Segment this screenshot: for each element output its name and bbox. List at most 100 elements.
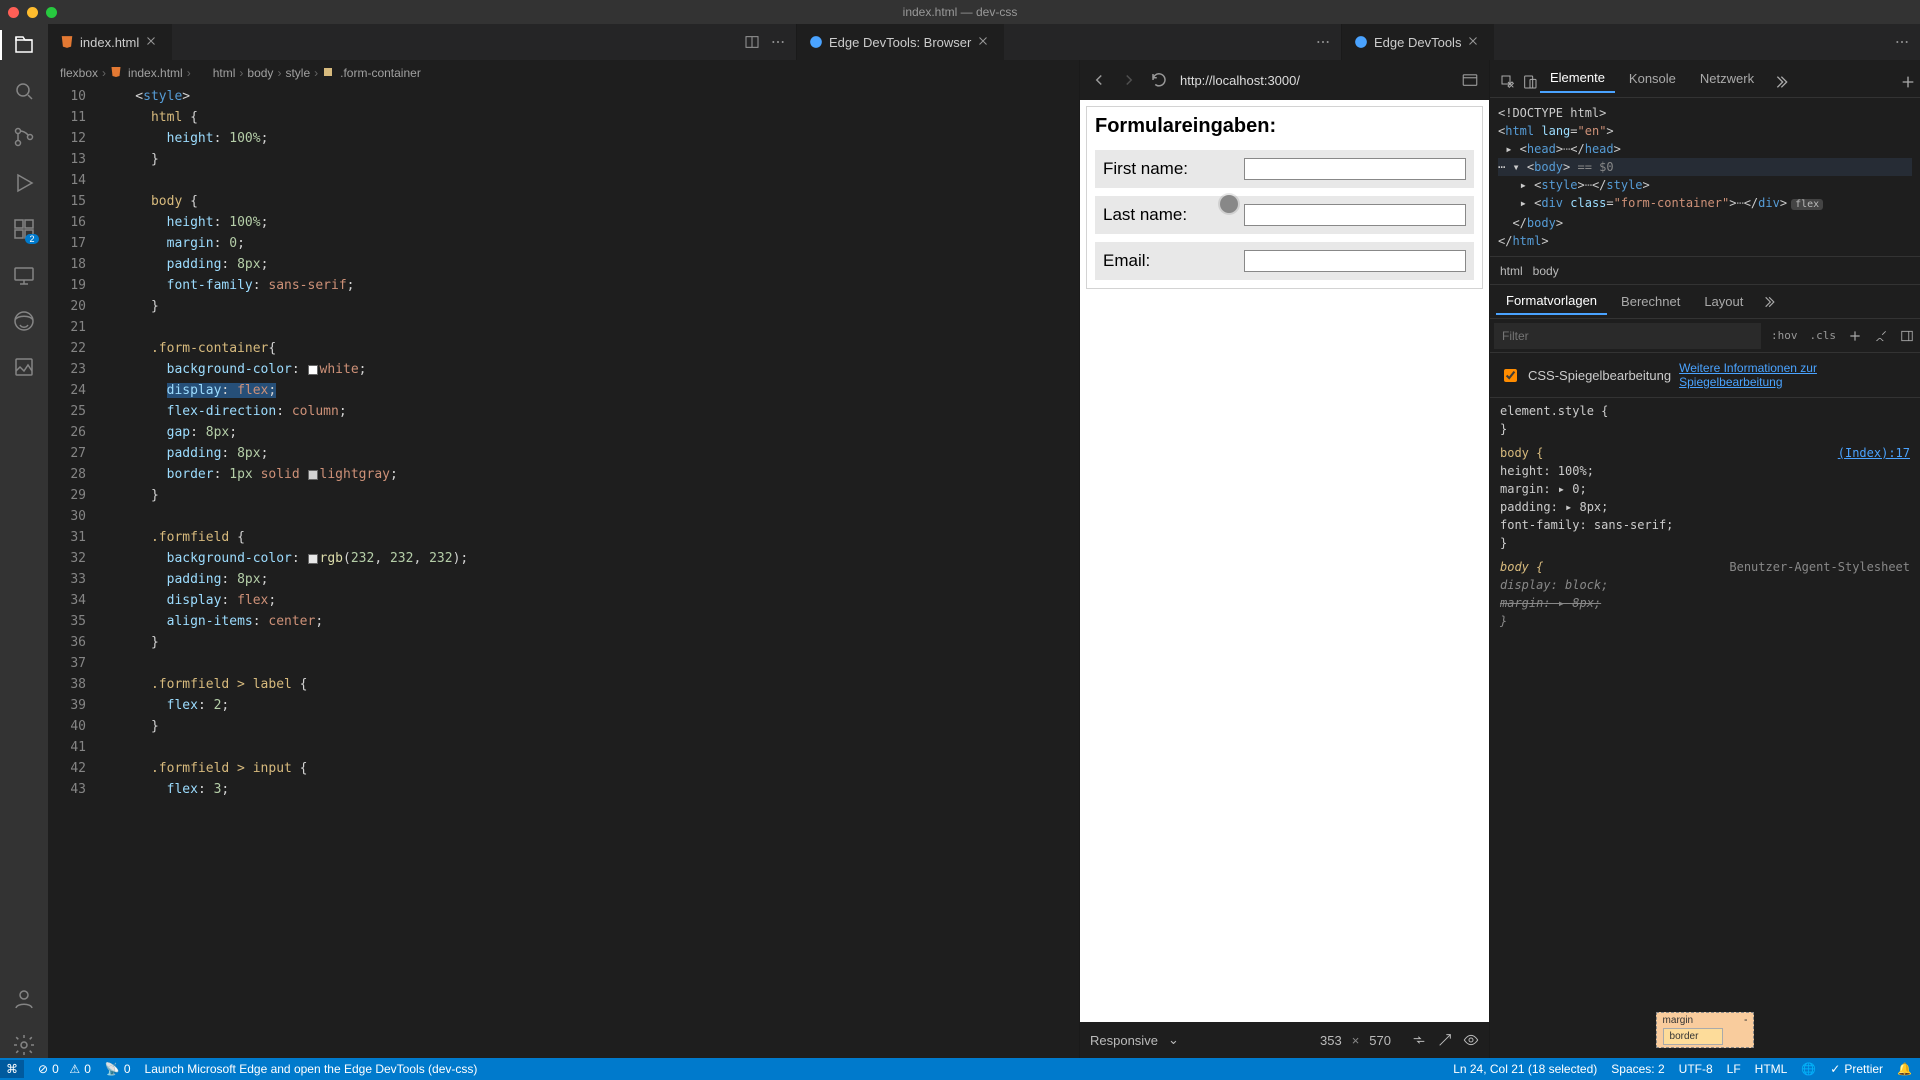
tab-devtools[interactable]: Edge DevTools bbox=[1342, 24, 1494, 60]
code-editor[interactable]: 1011121314151617181920212223242526272829… bbox=[48, 86, 1079, 1058]
crumb-html[interactable]: html bbox=[1500, 264, 1523, 278]
rule-body[interactable]: body { bbox=[1500, 446, 1543, 460]
tab-elements[interactable]: Elemente bbox=[1540, 64, 1615, 93]
split-editor-icon[interactable] bbox=[744, 34, 760, 50]
brace: } bbox=[1500, 422, 1507, 436]
chevron-right-icon[interactable] bbox=[1761, 295, 1775, 309]
brush-icon[interactable] bbox=[1868, 329, 1894, 343]
breadcrumb-item[interactable]: html bbox=[213, 66, 236, 80]
mirror-link[interactable]: Weitere Informationen zur Spiegelbearbei… bbox=[1679, 361, 1910, 389]
breadcrumb[interactable]: flexbox› index.html› html› body› style› … bbox=[48, 60, 1079, 86]
status-spaces[interactable]: Spaces: 2 bbox=[1611, 1062, 1664, 1076]
status-bell-icon[interactable]: 🔔 bbox=[1897, 1062, 1912, 1076]
tab-computed[interactable]: Berechnet bbox=[1611, 289, 1690, 314]
remote-explorer-icon[interactable] bbox=[11, 262, 37, 288]
minimize-window-icon[interactable] bbox=[27, 7, 38, 18]
device-mode[interactable]: Responsive bbox=[1090, 1033, 1158, 1048]
tab-label: Edge DevTools: Browser bbox=[829, 35, 971, 50]
tab-console[interactable]: Konsole bbox=[1619, 65, 1686, 92]
forward-icon[interactable] bbox=[1120, 71, 1138, 89]
source-control-icon[interactable] bbox=[11, 124, 37, 150]
breadcrumb-item[interactable]: body bbox=[247, 66, 273, 80]
rule-body-ua: body { bbox=[1500, 560, 1543, 574]
gallery-icon[interactable] bbox=[11, 354, 37, 380]
status-language[interactable]: HTML bbox=[1755, 1062, 1788, 1076]
more-icon[interactable] bbox=[1894, 34, 1910, 50]
status-cursor[interactable]: Ln 24, Col 21 (18 selected) bbox=[1453, 1062, 1597, 1076]
device-toolbar[interactable]: Responsive ⌄ 353 × 570 bbox=[1080, 1022, 1489, 1058]
search-icon[interactable] bbox=[11, 78, 37, 104]
tab-editor-index[interactable]: index.html bbox=[48, 24, 172, 60]
html-file-icon bbox=[60, 35, 74, 49]
close-icon[interactable] bbox=[145, 35, 159, 49]
panel-icon[interactable] bbox=[1894, 329, 1920, 343]
brace: } bbox=[1500, 536, 1507, 550]
ua-label: Benutzer-Agent-Stylesheet bbox=[1729, 558, 1910, 576]
viewport-width[interactable]: 353 bbox=[1320, 1033, 1342, 1048]
breadcrumb-item[interactable]: .form-container bbox=[340, 66, 421, 80]
status-devtools-icon[interactable]: 🌐 bbox=[1801, 1062, 1816, 1076]
magic-wand-icon[interactable] bbox=[1437, 1032, 1453, 1048]
status-bar: ⌘ ⊘ 0 ⚠ 0 📡 0 Launch Microsoft Edge and … bbox=[0, 1058, 1920, 1080]
dom-crumbs[interactable]: html body bbox=[1490, 257, 1920, 285]
dom-tree[interactable]: <!DOCTYPE html> <html lang="en"> ▸ <head… bbox=[1490, 98, 1920, 257]
email-input[interactable] bbox=[1244, 250, 1466, 272]
inspect-icon[interactable] bbox=[1496, 70, 1514, 88]
gear-icon[interactable] bbox=[11, 1032, 37, 1058]
breadcrumb-item[interactable]: flexbox bbox=[60, 66, 98, 80]
status-eol[interactable]: LF bbox=[1727, 1062, 1741, 1076]
url-field[interactable]: http://localhost:3000/ bbox=[1180, 73, 1449, 88]
window-controls[interactable] bbox=[8, 7, 57, 18]
breadcrumb-item[interactable]: style bbox=[285, 66, 310, 80]
hov-toggle[interactable]: :hov bbox=[1765, 329, 1804, 342]
window-title: index.html — dev-css bbox=[903, 5, 1018, 19]
crumb-body[interactable]: body bbox=[1533, 264, 1559, 278]
tab-browser[interactable]: Edge DevTools: Browser bbox=[797, 24, 1004, 60]
styles-filter-input[interactable] bbox=[1494, 323, 1761, 349]
rotate-icon[interactable] bbox=[1411, 1032, 1427, 1048]
eye-icon[interactable] bbox=[1463, 1032, 1479, 1048]
chevron-right-icon[interactable] bbox=[1768, 70, 1786, 88]
source-link[interactable]: (Index):17 bbox=[1838, 444, 1910, 462]
breadcrumb-item[interactable]: index.html bbox=[128, 66, 183, 80]
account-icon[interactable] bbox=[11, 986, 37, 1012]
status-encoding[interactable]: UTF-8 bbox=[1679, 1062, 1713, 1076]
styles-pane[interactable]: element.style {} body { (Index):17 heigh… bbox=[1490, 398, 1920, 1008]
screenshot-icon[interactable] bbox=[1461, 71, 1479, 89]
status-launch[interactable]: Launch Microsoft Edge and open the Edge … bbox=[145, 1062, 478, 1076]
back-icon[interactable] bbox=[1090, 71, 1108, 89]
status-errors[interactable]: ⊘ 0 ⚠ 0 bbox=[38, 1062, 91, 1076]
edge-icon[interactable] bbox=[11, 308, 37, 334]
first-name-input[interactable] bbox=[1244, 158, 1466, 180]
zoom-window-icon[interactable] bbox=[46, 7, 57, 18]
extensions-icon[interactable]: 2 bbox=[11, 216, 37, 242]
close-icon[interactable] bbox=[1467, 35, 1481, 49]
viewport-height[interactable]: 570 bbox=[1369, 1033, 1391, 1048]
close-icon[interactable] bbox=[977, 35, 991, 49]
run-debug-icon[interactable] bbox=[11, 170, 37, 196]
explorer-icon[interactable] bbox=[11, 32, 37, 58]
last-name-input[interactable] bbox=[1244, 204, 1466, 226]
tab-styles[interactable]: Formatvorlagen bbox=[1496, 288, 1607, 315]
remote-indicator[interactable]: ⌘ bbox=[0, 1060, 24, 1078]
plus-icon[interactable] bbox=[1842, 329, 1868, 343]
chevron-down-icon[interactable]: ⌄ bbox=[1168, 1032, 1179, 1048]
element-style[interactable]: element.style { bbox=[1500, 404, 1608, 418]
extensions-badge: 2 bbox=[25, 234, 39, 244]
more-icon[interactable] bbox=[770, 34, 786, 50]
touch-cursor-icon bbox=[1220, 195, 1238, 213]
reload-icon[interactable] bbox=[1150, 71, 1168, 89]
browser-viewport[interactable]: Formulareingaben: First name: Last name:… bbox=[1080, 100, 1489, 1022]
more-icon[interactable] bbox=[1315, 34, 1331, 50]
close-window-icon[interactable] bbox=[8, 7, 19, 18]
tab-layout[interactable]: Layout bbox=[1694, 289, 1753, 314]
status-ports[interactable]: 📡 0 bbox=[105, 1062, 131, 1076]
brace: } bbox=[1500, 614, 1507, 628]
plus-icon[interactable] bbox=[1896, 70, 1914, 88]
cls-toggle[interactable]: .cls bbox=[1804, 329, 1843, 342]
mirror-checkbox[interactable] bbox=[1504, 369, 1517, 382]
box-model[interactable]: margin- border- bbox=[1490, 1008, 1920, 1058]
tab-network[interactable]: Netzwerk bbox=[1690, 65, 1764, 92]
device-toggle-icon[interactable] bbox=[1518, 70, 1536, 88]
status-prettier[interactable]: ✓ Prettier bbox=[1830, 1062, 1883, 1076]
